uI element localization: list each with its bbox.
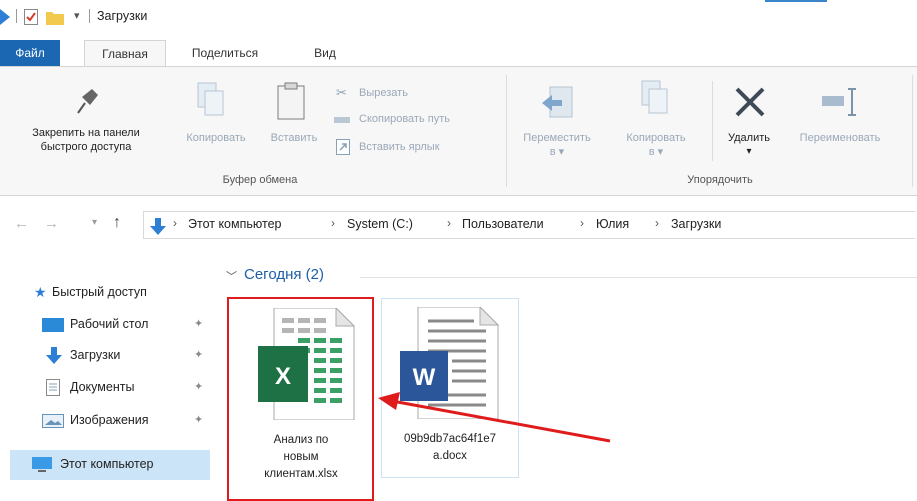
tab-file[interactable]: Файл	[0, 40, 60, 66]
cut-icon: ✂	[336, 85, 347, 100]
highlight-box	[227, 297, 374, 501]
pin-icon: ✦	[194, 318, 204, 330]
downloads-icon	[46, 347, 62, 364]
organize-group-label: Упорядочить	[687, 174, 753, 186]
customize-qa-icon[interactable]: ▾	[74, 9, 80, 22]
copy-to-button[interactable]: Копировать в ▾	[612, 131, 700, 159]
rename-button[interactable]: Переименовать	[780, 131, 900, 145]
group-separator	[712, 81, 713, 161]
downloads-location-icon	[150, 218, 166, 235]
pin-icon: ✦	[194, 349, 204, 361]
pin-icon: ✦	[194, 381, 204, 393]
breadcrumb-downloads[interactable]: Загрузки	[671, 217, 721, 231]
copy-button[interactable]: Копировать	[172, 131, 260, 145]
breadcrumb-this-pc[interactable]: Этот компьютер	[188, 217, 281, 231]
group-header-divider	[360, 277, 917, 278]
copy-path-icon	[334, 117, 350, 123]
properties-icon[interactable]	[24, 9, 38, 25]
paste-button[interactable]: Вставить	[258, 131, 330, 145]
delete-button[interactable]: Удалить ▾	[716, 131, 782, 159]
pin-quick-access-button[interactable]: Закрепить на панели быстрого доступа	[4, 126, 168, 154]
paste-icon	[277, 82, 305, 120]
annotation-arrow	[378, 392, 611, 443]
title-bar: ▾ Загрузки	[0, 0, 917, 34]
documents-icon	[46, 379, 60, 396]
breadcrumb-system-c[interactable]: System (C:)	[347, 217, 413, 231]
paste-shortcut-icon	[336, 139, 350, 155]
address-bar: ← → ▾ ↑ › Этот компьютер › System (C:) ›…	[0, 205, 917, 245]
star-icon: ★	[34, 284, 47, 300]
pin-icon: ✦	[194, 414, 204, 426]
clipboard-group-label: Буфер обмена	[222, 174, 298, 186]
group-header-today[interactable]: Сегодня (2)	[244, 266, 324, 283]
group-separator	[912, 75, 913, 187]
back-icon[interactable]: ←	[14, 215, 29, 232]
copy-to-icon	[641, 80, 668, 114]
tab-home[interactable]: Главная	[84, 40, 166, 67]
move-to-button[interactable]: Переместить в ▾	[512, 131, 602, 159]
cut-button[interactable]: Вырезать	[359, 87, 408, 99]
pictures-icon	[42, 414, 64, 428]
tab-view[interactable]: Вид	[300, 40, 350, 66]
desktop-icon	[42, 318, 64, 332]
rename-icon	[822, 88, 856, 116]
ribbon-tabs: Файл Главная Поделиться Вид	[0, 40, 917, 67]
delete-icon	[735, 87, 765, 117]
collapse-group-icon[interactable]: ﹀	[226, 268, 237, 284]
ribbon: Закрепить на панели быстрого доступа Коп…	[0, 66, 917, 196]
group-separator	[506, 75, 507, 187]
copy-icon	[197, 82, 224, 116]
new-folder-icon[interactable]	[46, 9, 64, 25]
recent-locations-icon[interactable]: ▾	[92, 217, 97, 228]
nav-this-pc[interactable]: Этот компьютер	[10, 450, 210, 480]
tab-share[interactable]: Поделиться	[180, 40, 270, 66]
copy-path-button[interactable]: Скопировать путь	[359, 113, 450, 125]
computer-icon	[32, 457, 52, 472]
paste-shortcut-button[interactable]: Вставить ярлык	[359, 141, 440, 153]
pin-icon	[77, 89, 98, 114]
up-icon[interactable]: ↑	[113, 214, 121, 232]
breadcrumb-yulia[interactable]: Юлия	[596, 217, 629, 231]
move-to-icon	[542, 86, 573, 118]
breadcrumb-users[interactable]: Пользователи	[462, 217, 544, 231]
window-accent-line	[765, 0, 827, 2]
explorer-icon	[0, 9, 10, 25]
forward-icon[interactable]: →	[44, 215, 59, 232]
window-title: Загрузки	[97, 9, 148, 23]
